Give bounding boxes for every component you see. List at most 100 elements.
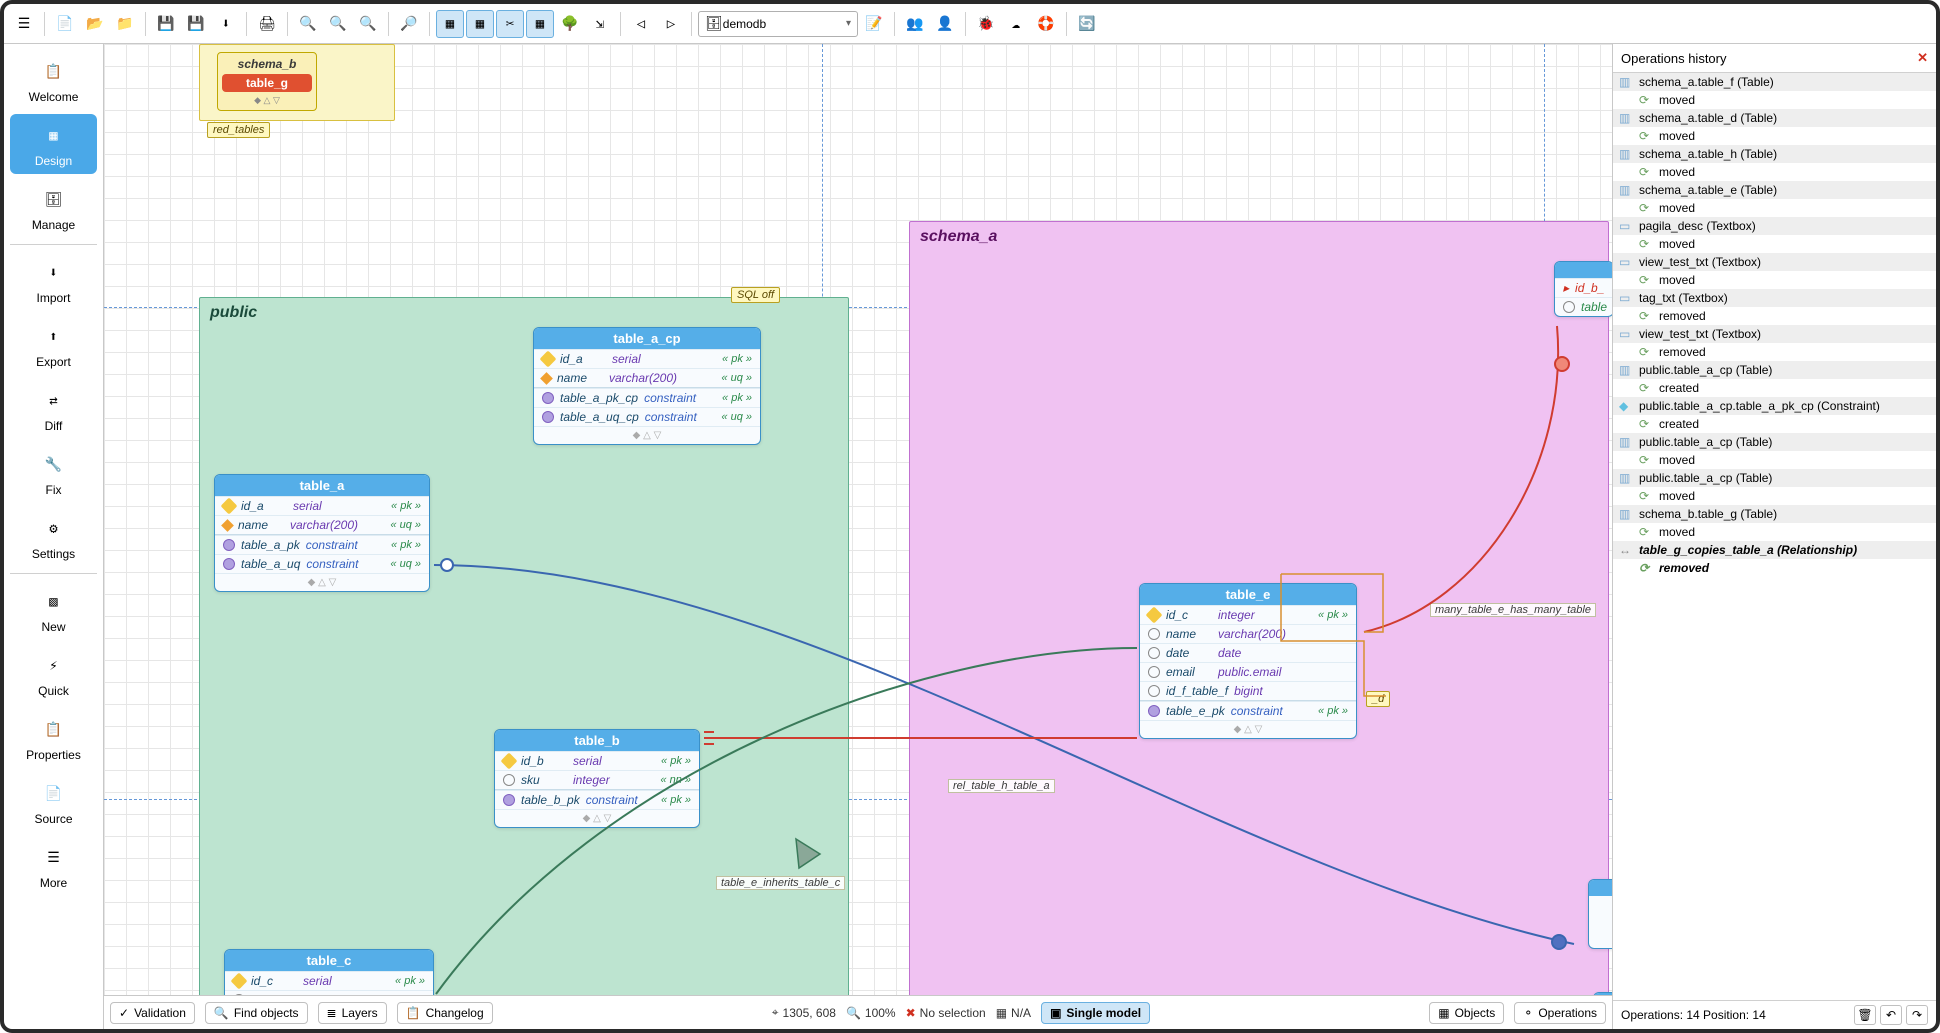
operations-list[interactable]: ▥schema_a.table_f (Table)⟳moved▥schema_a… xyxy=(1613,73,1936,1000)
sidebar-item-welcome[interactable]: 📋 Welcome xyxy=(10,50,97,110)
op-object-row[interactable]: ▥schema_b.table_g (Table) xyxy=(1613,505,1936,523)
table-b[interactable]: table_b id_bserial« pk » skuinteger« nn … xyxy=(494,729,700,828)
export-icon[interactable]: ⬇ xyxy=(212,10,240,38)
open-file-icon[interactable]: 📂 xyxy=(81,10,109,38)
op-action-row[interactable]: ⟳moved xyxy=(1613,199,1936,217)
table-c[interactable]: table_c id_cserial« pk » namevarchar(200… xyxy=(224,949,434,995)
op-object-row[interactable]: ▭pagila_desc (Textbox) xyxy=(1613,217,1936,235)
op-object-row[interactable]: ◆public.table_a_cp.table_a_pk_cp (Constr… xyxy=(1613,397,1936,415)
trash-icon[interactable]: 🗑 xyxy=(1854,1005,1876,1025)
operations-tab[interactable]: ⚬Operations xyxy=(1514,1002,1606,1024)
refresh-icon[interactable]: 🔄 xyxy=(1073,10,1101,38)
new-file-icon[interactable]: 📄 xyxy=(51,10,79,38)
changelog-button[interactable]: 📋Changelog xyxy=(397,1002,493,1024)
sidebar-item-import[interactable]: ⬇ Import xyxy=(10,251,97,311)
grid-large-icon[interactable]: ▦ xyxy=(466,10,494,38)
find-objects-button[interactable]: 🔍Find objects xyxy=(205,1002,308,1024)
op-item-label: moved xyxy=(1659,489,1695,503)
sidebar-item-diff[interactable]: ⇄ Diff xyxy=(10,379,97,439)
users-icon[interactable]: 👥 xyxy=(901,10,929,38)
validation-button[interactable]: ✓Validation xyxy=(110,1002,195,1024)
single-model-button[interactable]: ▣Single model xyxy=(1041,1002,1150,1024)
op-object-row[interactable]: ▥schema_a.table_d (Table) xyxy=(1613,109,1936,127)
table-a-cp[interactable]: table_a_cp id_aserial« pk » namevarchar(… xyxy=(533,327,761,445)
op-action-row[interactable]: ⟳removed xyxy=(1613,307,1936,325)
guides-icon[interactable]: ▦ xyxy=(526,10,554,38)
layers-button[interactable]: ≣Layers xyxy=(318,1002,387,1024)
help-icon[interactable]: 🛟 xyxy=(1032,10,1060,38)
snap-icon[interactable]: ✂ xyxy=(496,10,524,38)
tree-icon[interactable]: 🌳 xyxy=(556,10,584,38)
edit-db-icon[interactable]: 📝 xyxy=(860,10,888,38)
sidebar-item-settings[interactable]: ⚙ Settings xyxy=(10,507,97,567)
rel-label-many-e[interactable]: many_table_e_has_many_table xyxy=(1430,603,1596,617)
sidebar-item-new[interactable]: ▧ New xyxy=(10,580,97,640)
edge-box-1[interactable] xyxy=(1588,879,1612,949)
op-action-row[interactable]: ⟳moved xyxy=(1613,235,1936,253)
edge-box-2[interactable] xyxy=(1593,992,1612,995)
zoom-out-icon[interactable]: 🔍 xyxy=(294,10,322,38)
op-action-row[interactable]: ⟳moved xyxy=(1613,487,1936,505)
grid-small-icon[interactable]: ▦ xyxy=(436,10,464,38)
print-icon[interactable]: 🖨 xyxy=(253,10,281,38)
cloud-icon[interactable]: ☁ xyxy=(1002,10,1030,38)
zoom-in-icon[interactable]: 🔍 xyxy=(354,10,382,38)
schema-b-box[interactable]: schema_b table_g ◆ △ ▽ xyxy=(217,52,317,111)
op-action-row[interactable]: ⟳removed xyxy=(1613,559,1936,577)
op-action-row[interactable]: ⟳moved xyxy=(1613,271,1936,289)
role-icon[interactable]: 👤 xyxy=(931,10,959,38)
design-canvas[interactable]: public schema_a schema_b table_g ◆ △ ▽ r… xyxy=(104,44,1612,995)
database-combo[interactable]: 🗄 demodb ▾ xyxy=(698,11,858,37)
edge-tag-d: _d xyxy=(1366,691,1390,707)
rel-label-h-a[interactable]: rel_table_h_table_a xyxy=(948,779,1055,793)
op-action-row[interactable]: ⟳moved xyxy=(1613,163,1936,181)
objects-tab[interactable]: ▦Objects xyxy=(1429,1002,1504,1024)
nav-prev-icon[interactable]: ◁ xyxy=(627,10,655,38)
sidebar-item-source[interactable]: 📄 Source xyxy=(10,772,97,832)
edge-table-frag[interactable]: ▸id_b_ table xyxy=(1554,261,1612,317)
sidebar-item-properties[interactable]: 📋 Properties xyxy=(10,708,97,768)
nav-next-icon[interactable]: ▷ xyxy=(657,10,685,38)
op-action-row[interactable]: ⟳moved xyxy=(1613,451,1936,469)
op-action-row[interactable]: ⟳created xyxy=(1613,379,1936,397)
op-object-row[interactable]: ▥schema_a.table_e (Table) xyxy=(1613,181,1936,199)
region-title: schema_a xyxy=(920,228,997,246)
recent-file-icon[interactable]: 📁 xyxy=(111,10,139,38)
save-icon[interactable]: 💾 xyxy=(152,10,180,38)
op-object-row[interactable]: ▥schema_a.table_h (Table) xyxy=(1613,145,1936,163)
sidebar-item-fix[interactable]: 🔧 Fix xyxy=(10,443,97,503)
op-object-row[interactable]: ↔table_g_copies_table_a (Relationship) xyxy=(1613,541,1936,559)
undo-icon[interactable]: ↶ xyxy=(1880,1005,1902,1025)
zoom-level[interactable]: 🔍100% xyxy=(846,1006,896,1020)
op-action-row[interactable]: ⟳created xyxy=(1613,415,1936,433)
op-object-row[interactable]: ▭view_test_txt (Textbox) xyxy=(1613,325,1936,343)
zoom-select-icon[interactable]: 🔎 xyxy=(395,10,423,38)
save-as-icon[interactable]: 💾 xyxy=(182,10,210,38)
op-object-row[interactable]: ▥schema_a.table_f (Table) xyxy=(1613,73,1936,91)
bug-icon[interactable]: 🐞 xyxy=(972,10,1000,38)
rel-label-inherit[interactable]: table_e_inherits_table_c xyxy=(716,876,845,890)
op-action-row[interactable]: ⟳moved xyxy=(1613,127,1936,145)
table-e[interactable]: table_e id_cinteger« pk » namevarchar(20… xyxy=(1139,583,1357,739)
op-action-row[interactable]: ⟳moved xyxy=(1613,91,1936,109)
op-object-row[interactable]: ▥public.table_a_cp (Table) xyxy=(1613,361,1936,379)
zoom-fit-icon[interactable]: 🔍 xyxy=(324,10,352,38)
op-object-row[interactable]: ▭view_test_txt (Textbox) xyxy=(1613,253,1936,271)
menu-icon[interactable]: ☰ xyxy=(10,10,38,38)
compact-icon[interactable]: ⇲ xyxy=(586,10,614,38)
red-tables-tag[interactable]: red_tables xyxy=(207,122,270,138)
sidebar-item-more[interactable]: ☰ More xyxy=(10,836,97,896)
table-a[interactable]: table_a id_aserial« pk » namevarchar(200… xyxy=(214,474,430,592)
sidebar-item-manage[interactable]: 🗄 Manage xyxy=(10,178,97,238)
redo-icon[interactable]: ↷ xyxy=(1906,1005,1928,1025)
close-icon[interactable]: ✕ xyxy=(1917,50,1928,66)
sql-off-tag[interactable]: SQL off xyxy=(731,287,780,303)
sidebar-item-design[interactable]: ▦ Design xyxy=(10,114,97,174)
op-action-row[interactable]: ⟳moved xyxy=(1613,523,1936,541)
op-object-row[interactable]: ▥public.table_a_cp (Table) xyxy=(1613,433,1936,451)
sidebar-item-export[interactable]: ⬆ Export xyxy=(10,315,97,375)
op-object-row[interactable]: ▥public.table_a_cp (Table) xyxy=(1613,469,1936,487)
op-action-row[interactable]: ⟳removed xyxy=(1613,343,1936,361)
op-object-row[interactable]: ▭tag_txt (Textbox) xyxy=(1613,289,1936,307)
sidebar-item-quick[interactable]: ⚡ Quick xyxy=(10,644,97,704)
